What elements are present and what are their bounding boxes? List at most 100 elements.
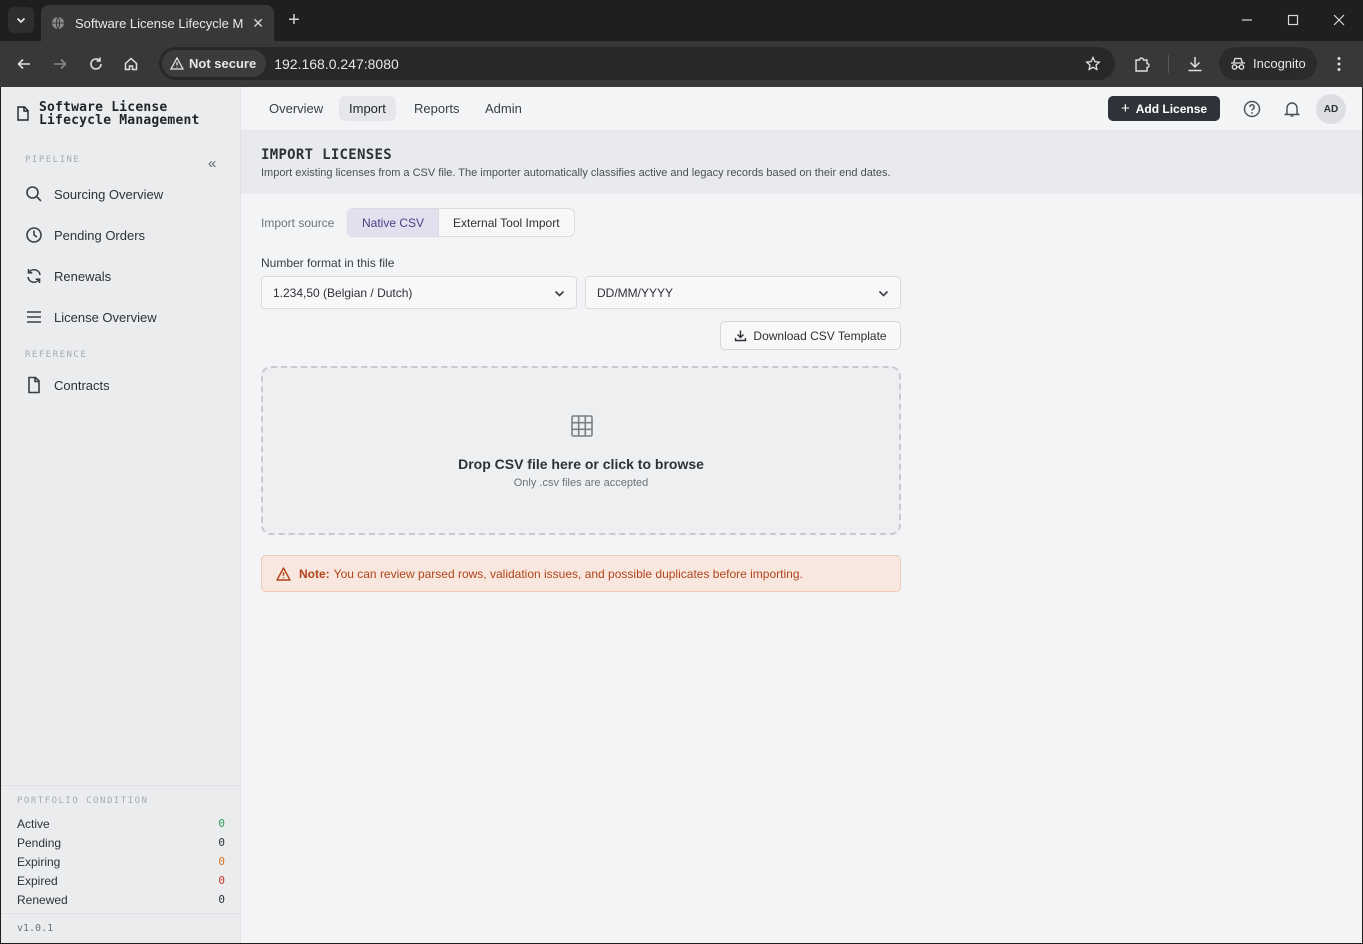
- puzzle-icon: [1135, 57, 1150, 72]
- maximize-button[interactable]: [1283, 10, 1303, 30]
- tab-reports[interactable]: Reports: [404, 96, 470, 121]
- number-format-select[interactable]: 1.234,50 (Belgian / Dutch): [261, 276, 577, 309]
- warning-icon: [170, 57, 184, 70]
- sidebar-item-pending-orders[interactable]: Pending Orders: [25, 224, 145, 246]
- app-root: Software License Lifecycle Management PI…: [1, 87, 1362, 943]
- url-text: 192.168.0.247:8080: [274, 55, 399, 72]
- portfolio-condition: PORTFOLIO CONDITION Active 0 Pending 0 E…: [1, 785, 241, 909]
- forward-button[interactable]: [48, 52, 72, 76]
- download-csv-template-button[interactable]: Download CSV Template: [720, 321, 901, 350]
- top-nav: Overview Import Reports Admin + Add Lice…: [241, 87, 1362, 131]
- document-icon: [17, 106, 29, 121]
- clock-icon: [26, 227, 42, 243]
- table-grid-icon: [571, 415, 593, 437]
- incognito-label: Incognito: [1253, 56, 1306, 71]
- chevron-down-icon: [554, 290, 565, 297]
- sidebar-item-renewals[interactable]: Renewals: [25, 265, 111, 287]
- portfolio-row-pending: Pending 0: [1, 833, 241, 852]
- address-bar[interactable]: Not secure 192.168.0.247:8080: [159, 47, 1115, 80]
- globe-icon: [52, 16, 64, 30]
- toolbar-divider: [1168, 55, 1169, 73]
- portfolio-row-active: Active 0: [1, 814, 241, 833]
- sidebar: Software License Lifecycle Management PI…: [1, 87, 241, 943]
- help-icon: [1243, 100, 1261, 118]
- reload-button[interactable]: [84, 52, 108, 76]
- download-icon: [735, 330, 747, 342]
- portfolio-row-expiring: Expiring 0: [1, 852, 241, 871]
- tab-close-icon[interactable]: ✕: [252, 15, 264, 32]
- portfolio-row-renewed: Renewed 0: [1, 890, 241, 909]
- csv-dropzone[interactable]: Drop CSV file here or click to browse On…: [261, 366, 901, 535]
- sidebar-item-license-overview[interactable]: License Overview: [25, 306, 157, 328]
- list-icon: [27, 311, 41, 323]
- portfolio-count: 0: [218, 817, 225, 830]
- import-note: Note: You can review parsed rows, valida…: [261, 555, 901, 592]
- page-header: IMPORT LICENSES Import existing licenses…: [241, 131, 1362, 194]
- browser-tab-title: Software License Lifecycle Management: [75, 15, 243, 31]
- extensions-button[interactable]: [1130, 52, 1154, 76]
- source-native-csv-button[interactable]: Native CSV: [348, 209, 440, 236]
- collapse-sidebar-button[interactable]: «: [208, 155, 216, 172]
- portfolio-count: 0: [218, 893, 225, 906]
- dropzone-title: Drop CSV file here or click to browse: [458, 456, 704, 472]
- star-icon[interactable]: [1085, 56, 1101, 72]
- browser-toolbar: Not secure 192.168.0.247:8080 Incognito: [0, 41, 1363, 87]
- minimize-button[interactable]: [1237, 10, 1257, 30]
- browser-tab-active[interactable]: Software License Lifecycle Management ✕: [41, 5, 274, 41]
- sidebar-item-label: License Overview: [54, 309, 157, 325]
- home-button[interactable]: [119, 52, 143, 76]
- portfolio-label: Expiring: [17, 854, 61, 869]
- security-label: Not secure: [189, 56, 257, 71]
- avatar[interactable]: AD: [1316, 94, 1346, 124]
- sidebar-item-sourcing-overview[interactable]: Sourcing Overview: [25, 183, 163, 205]
- downloads-button[interactable]: [1183, 52, 1207, 76]
- portfolio-label: Pending: [17, 835, 62, 850]
- date-format-select[interactable]: DD/MM/YYYY: [585, 276, 901, 309]
- portfolio-label: Active: [17, 816, 50, 831]
- page-title: IMPORT LICENSES: [261, 147, 392, 163]
- tab-overview[interactable]: Overview: [259, 96, 333, 121]
- download-icon: [1188, 57, 1202, 72]
- page-description: Import existing licenses from a CSV file…: [261, 167, 891, 179]
- dropzone-subtitle: Only .csv files are accepted: [513, 477, 649, 489]
- incognito-chip[interactable]: Incognito: [1219, 47, 1317, 80]
- notifications-button[interactable]: [1282, 99, 1302, 119]
- help-button[interactable]: [1242, 99, 1262, 119]
- sidebar-item-label: Sourcing Overview: [54, 186, 164, 202]
- window-close-button[interactable]: [1329, 10, 1349, 30]
- import-source-label: Import source: [261, 216, 335, 230]
- bell-icon: [1283, 102, 1301, 117]
- plus-icon: +: [1120, 100, 1130, 117]
- maximize-icon: [1287, 14, 1299, 26]
- warning-icon: [276, 566, 291, 581]
- chevron-down-icon: [16, 17, 26, 24]
- pipeline-section-label: PIPELINE: [25, 155, 81, 165]
- minimize-icon: [1242, 19, 1252, 21]
- add-license-button[interactable]: + Add License: [1108, 96, 1220, 121]
- back-button[interactable]: [12, 52, 36, 76]
- arrow-left-icon: [17, 58, 30, 70]
- sidebar-item-contracts[interactable]: Contracts: [25, 374, 110, 396]
- import-source-toggle: Native CSV External Tool Import: [347, 208, 575, 237]
- source-external-tool-button[interactable]: External Tool Import: [439, 209, 574, 236]
- browser-menu-button[interactable]: [1327, 52, 1351, 76]
- new-tab-button[interactable]: +: [284, 9, 304, 31]
- tab-import[interactable]: Import: [339, 96, 396, 121]
- file-icon: [28, 376, 40, 394]
- brand[interactable]: Software License Lifecycle Management: [17, 101, 200, 127]
- number-format-label: Number format in this file: [261, 256, 395, 270]
- more-vertical-icon: [1337, 57, 1341, 71]
- number-format-value: 1.234,50 (Belgian / Dutch): [273, 285, 413, 300]
- tab-admin[interactable]: Admin: [475, 96, 532, 121]
- close-icon: [1333, 14, 1345, 26]
- browser-tabbar: Software License Lifecycle Management ✕ …: [0, 0, 1363, 41]
- portfolio-label: Renewed: [17, 892, 68, 907]
- add-license-label: Add License: [1135, 101, 1208, 116]
- sidebar-item-label: Contracts: [54, 377, 110, 393]
- brand-name-line2: Lifecycle Management: [39, 113, 200, 128]
- date-format-value: DD/MM/YYYY: [597, 285, 674, 300]
- sidebar-item-label: Renewals: [54, 268, 112, 284]
- security-chip[interactable]: Not secure: [162, 50, 267, 77]
- tab-search-dropdown-button[interactable]: [8, 7, 34, 33]
- portfolio-count: 0: [218, 836, 225, 849]
